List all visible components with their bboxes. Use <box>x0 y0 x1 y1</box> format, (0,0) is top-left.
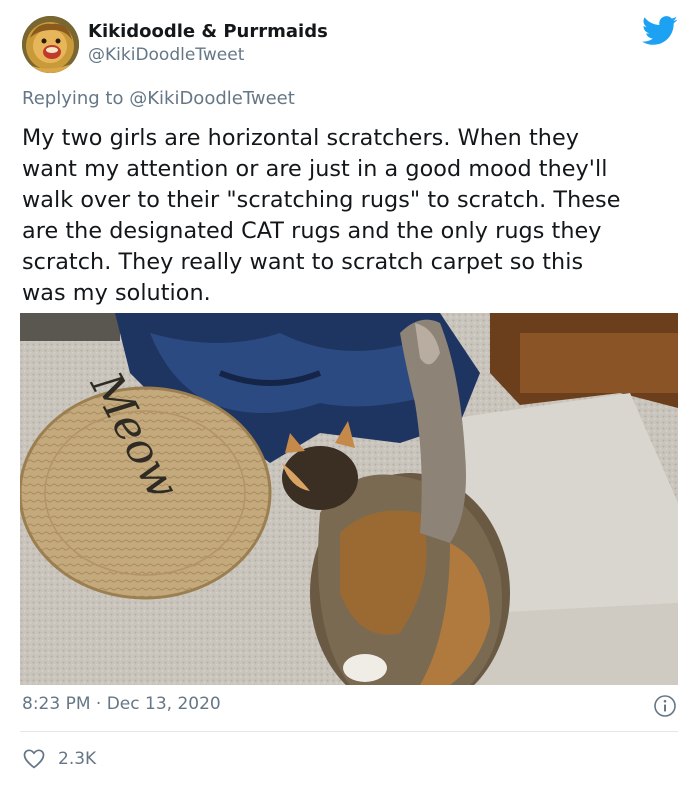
reply-mention-link[interactable]: @KikiDoodleTweet <box>129 88 295 109</box>
tweet-text-line: scratch. They really want to scratch car… <box>22 249 584 275</box>
twitter-bird-icon[interactable] <box>642 15 678 47</box>
author-handle[interactable]: @KikiDoodleTweet <box>88 45 244 65</box>
tweet-time: 8:23 PM <box>22 694 91 714</box>
tweet-text-line: walk over to their "scratching rugs" to … <box>22 187 621 213</box>
tweet-timestamp[interactable]: 8:23 PM · Dec 13, 2020 <box>22 694 221 714</box>
tweet-text-line: want my attention or are just in a good … <box>22 156 608 182</box>
like-count: 2.3K <box>58 749 97 769</box>
tweet-text-line: was my solution. <box>22 280 211 306</box>
tweet-media-video[interactable]: Meow <box>20 313 678 685</box>
timestamp-separator: · <box>95 694 102 714</box>
tweet-card: Kikidoodle & Purrmaids @KikiDoodleTweet … <box>0 0 700 785</box>
tweet-date: Dec 13, 2020 <box>106 694 221 714</box>
heart-icon <box>23 749 45 769</box>
reply-context: Replying to @KikiDoodleTweet <box>22 88 295 109</box>
reply-prefix: Replying to <box>22 88 124 109</box>
tweet-text-line: My two girls are horizontal scratchers. … <box>22 125 579 151</box>
avatar[interactable] <box>22 16 79 73</box>
tweet-text-line: are the designated CAT rugs and the only… <box>22 218 602 244</box>
like-button[interactable]: 2.3K <box>22 746 96 772</box>
tweet-text: My two girls are horizontal scratchers. … <box>22 123 687 309</box>
info-icon[interactable] <box>653 694 677 718</box>
divider <box>20 731 678 732</box>
author-display-name[interactable]: Kikidoodle & Purrmaids <box>88 21 328 42</box>
